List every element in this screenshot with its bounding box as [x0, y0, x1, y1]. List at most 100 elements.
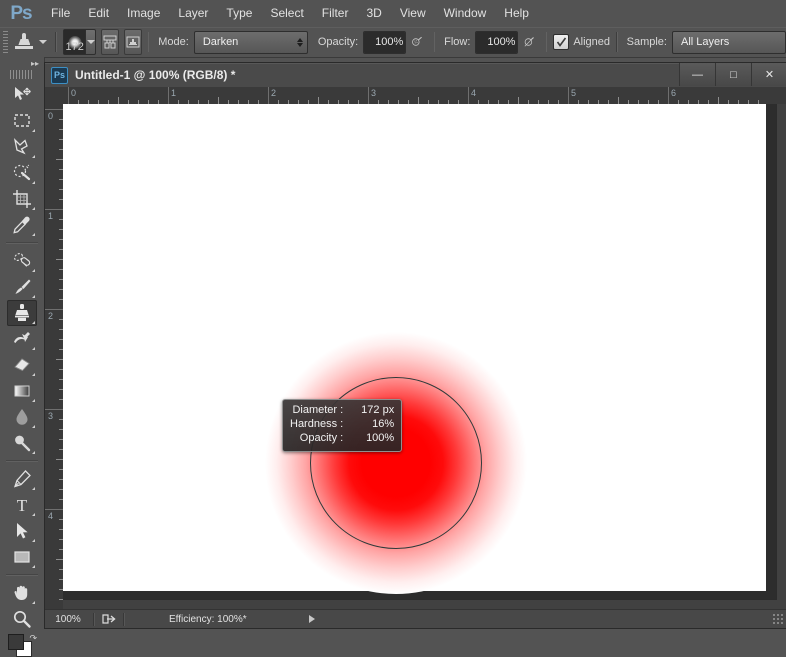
tool-more-indicator — [32, 425, 35, 428]
menu-view[interactable]: View — [391, 0, 435, 27]
vertical-ruler[interactable]: 0 1 2 3 4 — [45, 104, 64, 610]
efficiency-readout: Efficiency: 100%* — [169, 613, 247, 625]
brush-preset-picker[interactable]: 172 — [63, 29, 96, 55]
sidebar-item-crop-tool[interactable] — [7, 186, 37, 212]
sidebar-item-history-brush-tool[interactable] — [7, 326, 37, 352]
lasso-tool-icon — [13, 138, 28, 155]
sidebar-item-dodge-tool[interactable] — [7, 430, 37, 456]
tool-more-indicator — [32, 155, 35, 158]
color-swatches[interactable]: ↷ — [7, 633, 37, 657]
zoom-level[interactable]: 100% — [45, 614, 91, 625]
document-title-bar[interactable]: Ps Untitled-1 @ 100% (RGB/8) * — □ ✕ — [45, 63, 786, 88]
tool-more-indicator — [32, 269, 35, 272]
canvas-viewport[interactable]: Diameter : 172 px Hardness : 16% Opacity… — [63, 104, 777, 600]
swap-colors-icon[interactable]: ↷ — [29, 633, 37, 644]
ruler-minor-tick — [56, 459, 63, 460]
menu-select[interactable]: Select — [261, 0, 312, 27]
blend-mode-select[interactable]: Darken — [193, 30, 308, 54]
move-tool-icon — [15, 87, 31, 100]
window-resize-grip[interactable] — [772, 613, 785, 626]
sidebar-item-move-tool[interactable] — [7, 82, 37, 108]
photoshop-window: Ps File Edit Image Layer Type Select Fil… — [0, 0, 786, 657]
pen-tool-icon — [13, 470, 31, 488]
sidebar-item-blur-tool[interactable] — [7, 404, 37, 430]
maximize-button[interactable]: □ — [715, 63, 751, 86]
close-button[interactable]: ✕ — [751, 63, 786, 86]
horizontal-ruler[interactable]: 0 1 2 3 4 5 6 — [63, 87, 786, 105]
toggle-clone-source-panel-button[interactable] — [123, 29, 142, 55]
opacity-value: 100% — [364, 31, 405, 53]
sidebar-item-brush-tool[interactable] — [7, 274, 37, 300]
sample-select[interactable]: All Layers — [671, 30, 786, 54]
sidebar-item-quick-selection-tool[interactable] — [7, 160, 37, 186]
sidebar-item-eraser-tool[interactable] — [7, 352, 37, 378]
menu-3d[interactable]: 3D — [357, 0, 390, 27]
tools-collapse-button[interactable]: ▸▸ — [0, 57, 44, 69]
sidebar-item-gradient-tool[interactable] — [7, 378, 37, 404]
sidebar-item-eyedropper-tool[interactable] — [7, 212, 37, 238]
aligned-checkbox-box — [553, 34, 570, 50]
tool-more-indicator — [32, 539, 35, 542]
sidebar-item-clone-stamp-tool[interactable] — [7, 300, 37, 326]
ruler-minor-tick — [56, 259, 63, 260]
menu-bar: Ps File Edit Image Layer Type Select Fil… — [0, 0, 786, 28]
clone-stamp-icon — [13, 31, 35, 53]
status-expand-arrow-icon[interactable] — [308, 615, 315, 623]
sidebar-item-rectangular-marquee-tool[interactable] — [7, 108, 37, 134]
ruler-corner[interactable] — [45, 87, 64, 105]
sidebar-item-horizontal-type-tool[interactable]: T — [7, 492, 37, 518]
ruler-label: 2 — [48, 311, 54, 321]
path-selection-icon — [17, 523, 28, 539]
airbrush-toggle-button[interactable] — [411, 32, 423, 52]
history-brush-icon — [14, 332, 30, 343]
rectangle-tool-icon — [14, 551, 30, 563]
tool-preset-picker[interactable] — [11, 31, 49, 53]
ruler-label: 4 — [48, 511, 54, 521]
toggle-brush-panel-button[interactable] — [100, 29, 119, 55]
tools-divider-1 — [6, 242, 38, 244]
foreground-color-swatch[interactable] — [8, 634, 24, 650]
menu-filter[interactable]: Filter — [313, 0, 358, 27]
opacity-field[interactable]: 100% — [363, 30, 406, 54]
tool-more-indicator — [32, 373, 35, 376]
tooltip-row-diameter: Diameter : 172 px — [290, 404, 394, 418]
document-ps-icon: Ps — [51, 66, 68, 84]
zoom-tool-icon — [13, 610, 31, 628]
sidebar-item-path-selection-tool[interactable] — [7, 518, 37, 544]
menu-window[interactable]: Window — [435, 0, 496, 27]
sidebar-item-rectangle-tool[interactable] — [7, 544, 37, 570]
ruler-label: 0 — [71, 88, 77, 98]
ruler-major-tick — [268, 87, 269, 104]
options-divider-1 — [55, 32, 57, 52]
vertical-scrollbar[interactable] — [776, 104, 786, 600]
aligned-checkbox[interactable]: Aligned — [553, 34, 610, 50]
photoshop-logo: Ps — [10, 2, 32, 24]
menu-edit[interactable]: Edit — [79, 0, 118, 27]
minimize-button[interactable]: — — [679, 63, 715, 86]
sidebar-item-spot-healing-brush-tool[interactable] — [7, 248, 37, 274]
menu-help[interactable]: Help — [495, 0, 538, 27]
tool-more-indicator — [32, 513, 35, 516]
ruler-major-tick — [45, 109, 63, 110]
brush-picker-chevron-icon[interactable] — [85, 30, 95, 54]
menu-image[interactable]: Image — [118, 0, 169, 27]
menu-type[interactable]: Type — [217, 0, 261, 27]
sample-label: Sample: — [626, 36, 667, 48]
tool-more-indicator — [32, 207, 35, 210]
tool-more-indicator — [32, 347, 35, 350]
tools-drag-handle[interactable] — [10, 70, 34, 79]
flow-field[interactable]: 100% — [475, 30, 518, 54]
pressure-for-size-button[interactable] — [523, 32, 535, 52]
options-bar-grip[interactable] — [3, 31, 9, 53]
share-icon[interactable] — [101, 612, 117, 626]
sidebar-item-zoom-tool[interactable] — [7, 606, 37, 632]
menu-layer[interactable]: Layer — [169, 0, 217, 27]
sidebar-item-pen-tool[interactable] — [7, 466, 37, 492]
tooltip-key-diameter: Diameter : — [292, 404, 344, 416]
sidebar-item-lasso-tool[interactable] — [7, 134, 37, 160]
sidebar-item-hand-tool[interactable] — [7, 580, 37, 606]
hand-tool-icon — [14, 585, 28, 600]
healing-brush-icon — [14, 253, 31, 267]
menu-file[interactable]: File — [42, 0, 79, 27]
canvas-sheet[interactable]: Diameter : 172 px Hardness : 16% Opacity… — [63, 104, 766, 594]
